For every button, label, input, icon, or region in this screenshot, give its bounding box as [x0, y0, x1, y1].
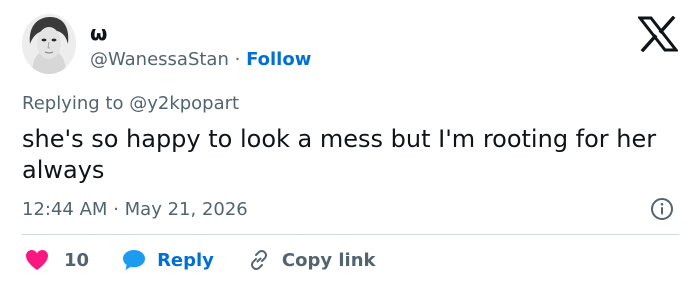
reply-button[interactable]: Reply: [121, 248, 214, 272]
tweet-time: 12:44 AM: [22, 199, 108, 220]
copy-link-button[interactable]: Copy link: [246, 248, 376, 272]
like-button[interactable]: 10: [24, 248, 89, 272]
replying-to-handle[interactable]: @y2kpopart: [129, 93, 239, 114]
tweet-timestamp[interactable]: 12:44 AM · May 21, 2026: [22, 199, 248, 221]
reply-bubble-icon: [121, 248, 147, 272]
tweet-date: May 21, 2026: [124, 199, 248, 220]
heart-icon: [24, 248, 50, 272]
handle-row: @WanessaStan · Follow: [90, 49, 311, 71]
action-bar: 10 Reply Copy link: [24, 248, 376, 272]
tweet-text: she's so happy to look a mess but I'm ro…: [22, 125, 657, 184]
info-icon[interactable]: [650, 197, 674, 221]
replying-to: Replying to @y2kpopart: [22, 93, 239, 115]
reply-label: Reply: [157, 249, 214, 271]
avatar[interactable]: [22, 14, 76, 74]
copy-link-label: Copy link: [281, 249, 376, 271]
timestamp-separator: ·: [113, 199, 119, 220]
display-name[interactable]: ω: [90, 21, 107, 45]
divider: [22, 234, 679, 235]
user-handle[interactable]: @WanessaStan: [90, 49, 229, 70]
avatar-portrait: [22, 14, 76, 74]
x-logo-icon[interactable]: [638, 16, 678, 52]
link-icon: [246, 248, 272, 272]
replying-to-prefix: Replying to: [22, 93, 124, 114]
follow-button[interactable]: Follow: [246, 49, 311, 70]
like-count: 10: [64, 249, 90, 271]
handle-separator: ·: [234, 49, 241, 70]
